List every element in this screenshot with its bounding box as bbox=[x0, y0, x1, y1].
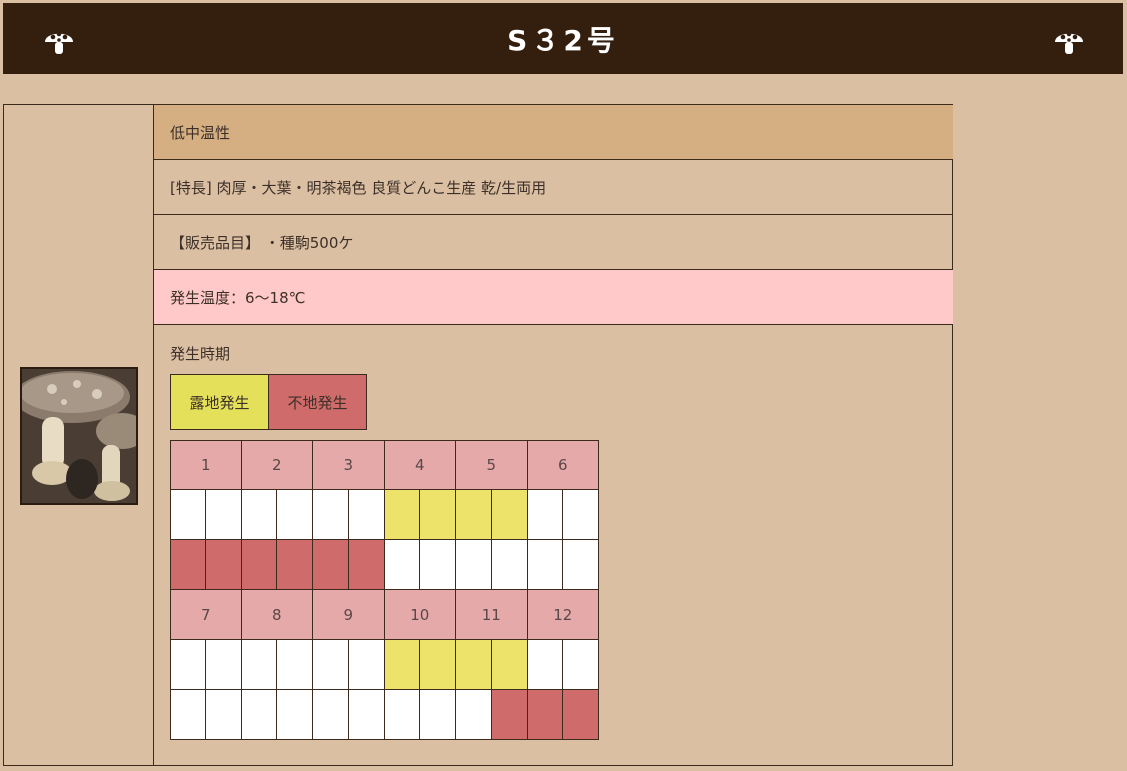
month-cell: 12 bbox=[527, 590, 599, 640]
indoor-period-cell bbox=[277, 690, 313, 740]
outdoor-period-row bbox=[170, 640, 599, 690]
outdoor-period-cell bbox=[313, 640, 349, 690]
outdoor-period-cell bbox=[456, 640, 492, 690]
indoor-period-cell bbox=[205, 690, 242, 740]
indoor-period-cell bbox=[420, 690, 456, 740]
features-text: [特長] 肉厚・大葉・明茶褐色 良質どんこ生産 乾/生両用 bbox=[154, 160, 953, 215]
outdoor-period-cell bbox=[313, 490, 349, 540]
mushroom-photo bbox=[20, 367, 138, 505]
mushroom-icon bbox=[1055, 31, 1083, 54]
indoor-period-cell bbox=[313, 540, 349, 590]
outdoor-period-cell bbox=[456, 490, 492, 540]
month-cell: 10 bbox=[384, 590, 456, 640]
month-cell: 3 bbox=[313, 440, 385, 490]
indoor-period-cell bbox=[348, 540, 385, 590]
outdoor-period-cell bbox=[563, 490, 599, 540]
indoor-period-cell bbox=[348, 690, 385, 740]
product-table: 低中温性 [特長] 肉厚・大葉・明茶褐色 良質どんこ生産 乾/生両用 【販売品目… bbox=[3, 104, 953, 766]
indoor-period-cell bbox=[241, 690, 278, 740]
outdoor-period-cell bbox=[348, 640, 385, 690]
indoor-period-cell bbox=[456, 690, 492, 740]
page-header: S３2号 bbox=[3, 3, 1123, 74]
period-label: 発生時期 bbox=[170, 345, 231, 363]
image-column bbox=[4, 105, 154, 765]
indoor-period-cell bbox=[420, 540, 456, 590]
outdoor-period-row bbox=[170, 490, 599, 540]
mushroom-icon bbox=[45, 31, 73, 54]
outdoor-period-cell bbox=[170, 640, 206, 690]
indoor-period-row bbox=[170, 540, 599, 590]
month-header-row: 7 8 9 10 11 12 bbox=[170, 590, 599, 640]
temperature-type: 低中温性 bbox=[154, 105, 953, 160]
legend: 露地発生 不地発生 bbox=[170, 374, 367, 430]
outdoor-period-cell bbox=[527, 640, 564, 690]
month-cell: 4 bbox=[384, 440, 456, 490]
month-cell: 1 bbox=[170, 440, 242, 490]
indoor-period-cell bbox=[170, 540, 206, 590]
indoor-period-cell bbox=[205, 540, 242, 590]
indoor-period-cell bbox=[384, 540, 421, 590]
outdoor-period-cell bbox=[384, 490, 421, 540]
indoor-period-cell bbox=[241, 540, 278, 590]
outdoor-period-cell bbox=[241, 490, 278, 540]
month-cell: 11 bbox=[456, 590, 528, 640]
indoor-period-cell bbox=[313, 690, 349, 740]
month-cell: 7 bbox=[170, 590, 242, 640]
indoor-period-cell bbox=[491, 540, 528, 590]
outdoor-period-cell bbox=[241, 640, 278, 690]
indoor-period-cell bbox=[384, 690, 421, 740]
indoor-period-cell bbox=[277, 540, 313, 590]
page-title: S３2号 bbox=[507, 23, 619, 57]
legend-outdoor: 露地発生 bbox=[171, 375, 269, 429]
outdoor-period-cell bbox=[348, 490, 385, 540]
products-text: 【販売品目】 ・種駒500ケ bbox=[154, 215, 953, 270]
outdoor-period-cell bbox=[205, 490, 242, 540]
indoor-period-cell bbox=[170, 690, 206, 740]
outdoor-period-cell bbox=[277, 490, 313, 540]
indoor-period-cell bbox=[527, 690, 564, 740]
month-cell: 6 bbox=[527, 440, 599, 490]
growth-calendar: 1 2 3 4 5 6 7 8 9 10 11 12 bbox=[170, 440, 599, 740]
outdoor-period-cell bbox=[420, 640, 456, 690]
outdoor-period-cell bbox=[491, 640, 528, 690]
outdoor-period-cell bbox=[527, 490, 564, 540]
month-cell: 8 bbox=[241, 590, 313, 640]
outdoor-period-cell bbox=[563, 640, 599, 690]
indoor-period-cell bbox=[456, 540, 492, 590]
outdoor-period-cell bbox=[420, 490, 456, 540]
month-cell: 2 bbox=[241, 440, 313, 490]
outdoor-period-cell bbox=[491, 490, 528, 540]
indoor-period-cell bbox=[563, 540, 599, 590]
indoor-period-cell bbox=[563, 690, 599, 740]
month-cell: 9 bbox=[313, 590, 385, 640]
outdoor-period-cell bbox=[170, 490, 206, 540]
growth-temperature: 発生温度：6～18℃ bbox=[154, 270, 953, 325]
indoor-period-cell bbox=[527, 540, 564, 590]
legend-indoor: 不地発生 bbox=[269, 375, 366, 429]
month-cell: 5 bbox=[456, 440, 528, 490]
indoor-period-row bbox=[170, 690, 599, 740]
indoor-period-cell bbox=[491, 690, 528, 740]
growth-period-section: 発生時期 露地発生 不地発生 1 2 3 4 5 6 7 8 9 10 11 12 bbox=[154, 325, 953, 765]
outdoor-period-cell bbox=[384, 640, 421, 690]
month-header-row: 123456 bbox=[170, 440, 599, 490]
outdoor-period-cell bbox=[277, 640, 313, 690]
outdoor-period-cell bbox=[205, 640, 242, 690]
